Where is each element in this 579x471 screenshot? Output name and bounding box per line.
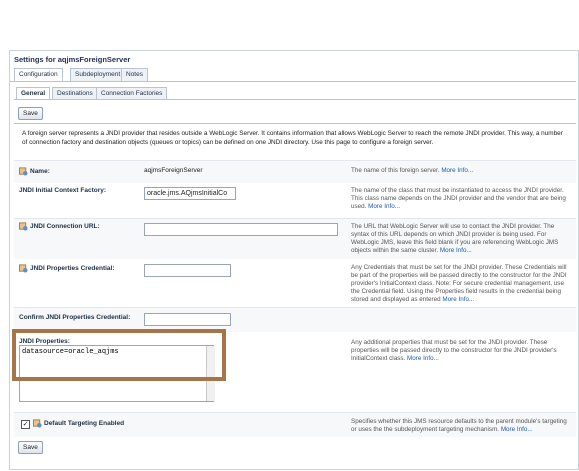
- connection-url-help: The URL that WebLogic Server will use to…: [351, 223, 559, 254]
- confirm-credential-label: Confirm JNDI Properties Credential:: [19, 314, 131, 321]
- info-icon: [19, 264, 28, 273]
- highlight-box: [12, 329, 226, 381]
- credential-input[interactable]: [144, 264, 231, 277]
- subtab-destinations[interactable]: Destinations: [52, 87, 98, 99]
- initial-context-label: JNDI Initial Context Factory:: [19, 187, 107, 194]
- connection-url-label: JNDI Connection URL:: [19, 222, 100, 231]
- initial-context-input[interactable]: oracle.jms.AQjmsInitialCo: [144, 187, 236, 200]
- properties-help: Any additional properties that must be s…: [351, 339, 557, 362]
- toolbar-divider: [14, 123, 576, 124]
- info-icon: [19, 167, 28, 176]
- tab-configuration[interactable]: Configuration: [14, 68, 63, 81]
- save-button-bottom[interactable]: Save: [18, 441, 43, 454]
- info-icon: [33, 419, 42, 428]
- default-targeting-label: Default Targeting Enabled: [33, 419, 124, 428]
- credential-label: JNDI Properties Credential:: [19, 264, 115, 273]
- more-info-link[interactable]: More Info...: [442, 296, 474, 303]
- subtab-general[interactable]: General: [16, 87, 51, 99]
- name-value: aqjmsForeignServer: [144, 167, 203, 174]
- tab-divider: [10, 81, 576, 82]
- name-help: The name of this foreign server. More In…: [351, 167, 474, 174]
- name-label: Name:: [19, 167, 50, 176]
- tab-subdeployment[interactable]: Subdeployment: [70, 68, 126, 81]
- credential-help: Any Credentials that must be set for the…: [351, 264, 567, 303]
- default-targeting-help: Specifies whether this JMS resource defa…: [351, 418, 567, 433]
- more-info-link[interactable]: More Info...: [407, 355, 439, 362]
- initial-context-help: The name of the class that must be insta…: [351, 187, 566, 210]
- subtab-divider: [14, 99, 576, 100]
- more-info-link[interactable]: More Info...: [440, 247, 472, 254]
- default-targeting-checkbox[interactable]: ✓: [21, 420, 30, 429]
- more-info-link[interactable]: More Info...: [501, 426, 533, 433]
- save-button-top[interactable]: Save: [18, 107, 43, 120]
- connection-url-input[interactable]: [144, 223, 338, 236]
- subtab-connection-factories[interactable]: Connection Factories: [96, 87, 168, 99]
- page-description: A foreign server represents a JNDI provi…: [22, 130, 563, 146]
- info-icon: [19, 222, 28, 231]
- more-info-link[interactable]: More Info...: [368, 203, 400, 210]
- confirm-credential-input[interactable]: [144, 313, 231, 326]
- settings-panel: [9, 50, 579, 470]
- panel-title: Settings for aqjmsForeignServer: [14, 55, 131, 64]
- tab-notes[interactable]: Notes: [121, 68, 148, 81]
- more-info-link[interactable]: More Info...: [441, 167, 473, 174]
